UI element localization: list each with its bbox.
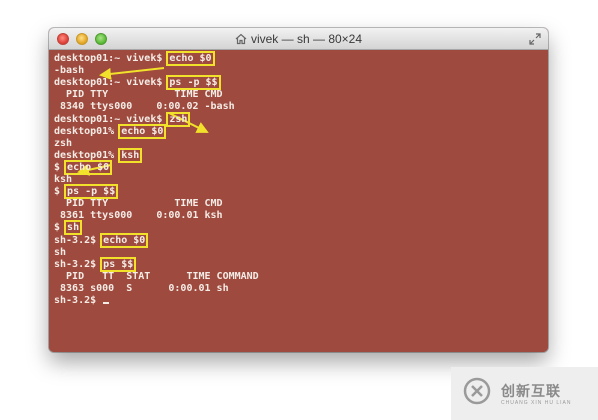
terminal-content[interactable]: desktop01:~ vivek$ echo $0 -bash desktop01… bbox=[49, 50, 548, 352]
terminal-line: -bash bbox=[54, 65, 84, 77]
highlighted-command: echo $0 bbox=[118, 123, 167, 139]
terminal-line: 8340 ttys000 0:00.02 -bash bbox=[54, 101, 235, 113]
highlighted-command: ps -p $$ bbox=[166, 75, 221, 91]
watermark-brand-sub: CHUANG XIN HU LIAN bbox=[501, 400, 572, 406]
terminal-line: zsh bbox=[54, 138, 72, 150]
terminal-line-text: $ bbox=[54, 161, 67, 173]
arrow-1 bbox=[99, 67, 165, 80]
terminal-line: $ ps -p $$ bbox=[54, 184, 119, 200]
highlighted-command: ps $$ bbox=[100, 256, 137, 272]
terminal-line-text: zsh bbox=[54, 137, 73, 149]
terminal-line: desktop01:~ vivek$ echo $0 bbox=[54, 51, 215, 66]
fullscreen-icon[interactable] bbox=[529, 33, 541, 45]
terminal-line: 8361 ttys000 0:00.01 ksh bbox=[54, 210, 223, 222]
terminal-line-text: desktop01:~ vivek$ bbox=[54, 53, 169, 64]
terminal-line-text: 8340 ttys000 0:00.02 -bash bbox=[54, 101, 235, 113]
terminal-line: desktop01:~ vivek$ ps -p $$ bbox=[54, 75, 221, 91]
terminal-line: sh-3.2$ echo $0 bbox=[54, 232, 149, 248]
terminal-line: PID TT STAT TIME COMMAND bbox=[54, 271, 259, 283]
watermark-brand: 创新互联 bbox=[501, 384, 561, 400]
terminal-line-text: sh-3.2$ bbox=[54, 234, 103, 246]
terminal-line-text: -bash bbox=[54, 65, 85, 77]
text-cursor bbox=[103, 302, 110, 304]
terminal-line: $ echo $0 bbox=[54, 159, 113, 175]
terminal-line: sh bbox=[54, 247, 66, 259]
highlighted-command: echo $0 bbox=[100, 232, 149, 248]
terminal-line: PID TTY TIME CMD bbox=[54, 198, 223, 210]
highlighted-command: echo $0 bbox=[64, 159, 113, 175]
terminal-line-text: sh-3.2$ bbox=[54, 258, 103, 270]
highlighted-command: ps -p $$ bbox=[64, 184, 119, 200]
highlighted-command: ksh bbox=[118, 147, 143, 163]
terminal-line-text: desktop01% bbox=[54, 125, 121, 137]
terminal-line-text: PID TTY TIME CMD bbox=[54, 89, 223, 101]
logo-icon bbox=[463, 377, 491, 405]
terminal-line-text: PID TTY TIME CMD bbox=[54, 198, 223, 210]
terminal-line: desktop01% ksh bbox=[54, 147, 143, 163]
terminal-line-text: $ bbox=[54, 222, 67, 234]
terminal-line: 8363 s000 S 0:00.01 sh bbox=[54, 283, 229, 295]
terminal-line: sh-3.2$ bbox=[54, 295, 110, 307]
terminal-line-text: desktop01:~ vivek$ bbox=[54, 77, 169, 89]
highlighted-command: sh bbox=[64, 220, 83, 236]
terminal-line: $ sh bbox=[54, 220, 83, 236]
terminal-line-text: desktop01% bbox=[54, 149, 121, 161]
terminal-line-text: sh-3.2$ bbox=[54, 295, 103, 306]
window-title: vivek — sh — 80×24 bbox=[49, 28, 548, 50]
highlighted-command: echo $0 bbox=[166, 51, 215, 66]
terminal-line-text: ksh bbox=[54, 174, 73, 185]
terminal-line-text: $ bbox=[54, 186, 67, 198]
terminal-line-text: 8361 ttys000 0:00.01 ksh bbox=[54, 210, 223, 222]
terminal-line: ksh bbox=[54, 174, 72, 186]
terminal-window: vivek — sh — 80×24 desktop01:~ vivek$ ec… bbox=[49, 28, 548, 352]
terminal-line: desktop01% echo $0 bbox=[54, 123, 167, 139]
title-bar[interactable]: vivek — sh — 80×24 bbox=[49, 28, 548, 50]
terminal-line-text: 8363 s000 S 0:00.01 sh bbox=[54, 282, 229, 294]
highlighted-command: zsh bbox=[166, 111, 191, 127]
watermark: 创新互联 CHUANG XIN HU LIAN bbox=[451, 367, 598, 420]
terminal-line-text: PID TT STAT TIME COMMAND bbox=[54, 270, 259, 282]
terminal-line: desktop01:~ vivek$ zsh bbox=[54, 111, 191, 127]
terminal-line: PID TTY TIME CMD bbox=[54, 89, 223, 101]
terminal-line-text: sh bbox=[54, 246, 67, 258]
home-icon bbox=[235, 33, 247, 45]
terminal-line: sh-3.2$ ps $$ bbox=[54, 256, 137, 272]
terminal-line-text: desktop01:~ vivek$ bbox=[54, 113, 169, 125]
window-title-text: vivek — sh — 80×24 bbox=[250, 32, 363, 46]
